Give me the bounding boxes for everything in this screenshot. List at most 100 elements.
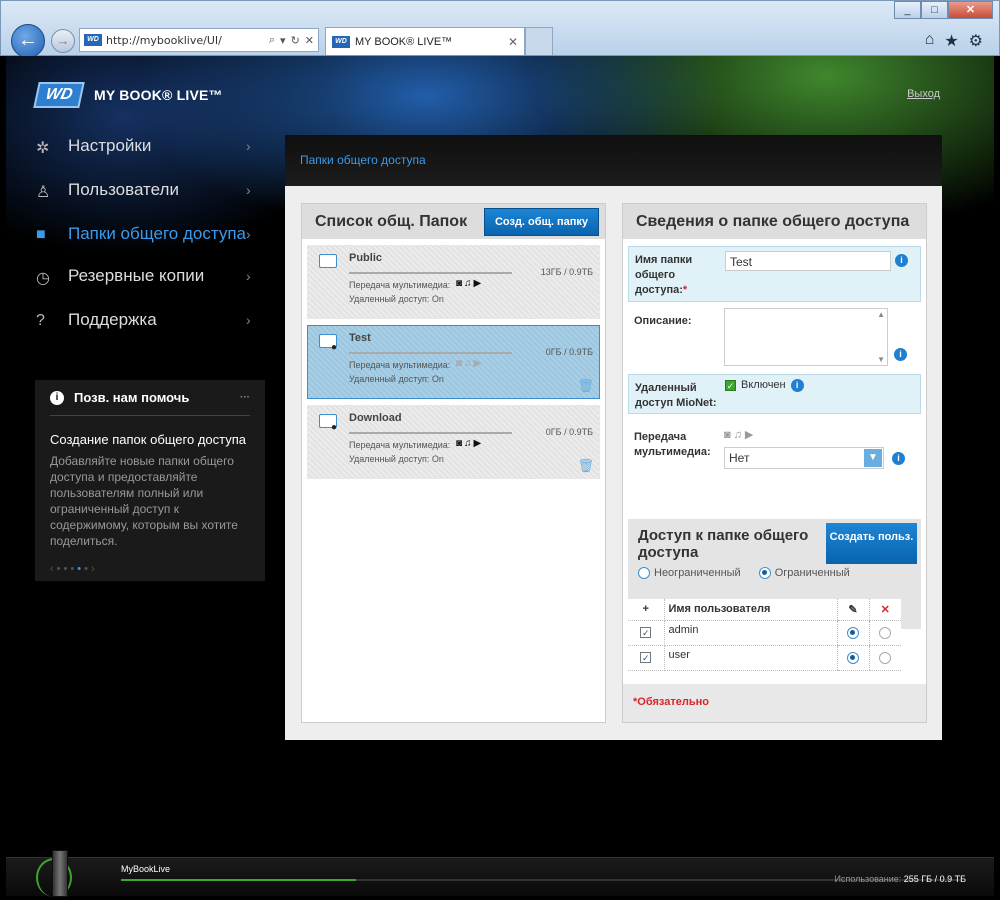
trash-icon[interactable]: 🗑 xyxy=(577,458,594,474)
info-icon: i xyxy=(50,390,64,405)
favorites-star-icon[interactable]: ★ xyxy=(944,31,958,51)
unrestricted-radio[interactable] xyxy=(638,567,650,579)
logout-link[interactable]: Выход xyxy=(907,88,940,100)
page: WD MY BOOK® LIVE™ Выход ✲ Настройки › ♙ … xyxy=(6,56,994,896)
help-header: i Позв. нам помочь ··· xyxy=(50,390,250,416)
settings-gear-icon[interactable]: ⚙ xyxy=(969,31,983,51)
maximize-button[interactable]: □ xyxy=(921,1,948,19)
share-name-input[interactable]: Test xyxy=(725,251,891,271)
scroll-down-icon[interactable]: ▼ xyxy=(877,355,885,364)
usage-label: Использование: xyxy=(834,874,902,884)
more-icon[interactable]: ··· xyxy=(240,392,250,403)
share-size: 13ГБ / 0.9ТБ xyxy=(540,267,593,277)
history-icon: ◷ xyxy=(36,270,50,287)
media-select[interactable]: Нет ▼ xyxy=(724,447,884,469)
share-item-download[interactable]: ● Download 0ГБ / 0.9ТБ Передача мультиме… xyxy=(307,405,600,479)
user-checkbox[interactable]: ✓ xyxy=(640,626,652,638)
share-name-label: Имя папки общего доступа:* xyxy=(629,247,725,301)
pager-dot[interactable]: • xyxy=(57,563,64,575)
media-label: Передача мультимедиа: xyxy=(349,360,451,370)
share-item-public[interactable]: Public 13ГБ / 0.9ТБ Передача мультимедиа… xyxy=(307,245,600,319)
pager-prev-icon[interactable]: ‹ xyxy=(50,563,57,575)
share-list-header: Список общ. Папок Созд. общ. папку xyxy=(302,204,605,239)
photo-icon: ◙ xyxy=(456,358,465,369)
create-user-button[interactable]: Создать польз. xyxy=(826,523,917,564)
trash-icon[interactable]: 🗑 xyxy=(577,378,594,394)
no-access-radio[interactable] xyxy=(879,626,892,639)
no-access-radio[interactable] xyxy=(879,651,892,664)
share-item-test[interactable]: ● Test 0ГБ / 0.9ТБ Передача мультимедиа:… xyxy=(307,325,600,399)
share-name: Public xyxy=(349,252,383,264)
media-icons: ◙♫▶ xyxy=(456,358,483,369)
share-details-card: Сведения о папке общего доступа Имя папк… xyxy=(622,203,927,723)
full-access-radio[interactable] xyxy=(847,651,859,664)
table-row[interactable]: ✓ user xyxy=(628,645,901,671)
info-icon[interactable]: i xyxy=(892,451,905,465)
scroll-up-icon[interactable]: ▲ xyxy=(877,310,885,319)
add-user-icon[interactable]: + xyxy=(628,599,665,621)
restricted-radio[interactable] xyxy=(758,567,771,579)
share-size: 0ГБ / 0.9ТБ xyxy=(545,427,593,437)
remote-access-row: Удаленный доступ MioNet: ✓ Включен i xyxy=(628,374,921,414)
chevron-right-icon: › xyxy=(246,182,251,198)
dropdown-icon[interactable]: ▾ xyxy=(280,34,286,47)
help-article-body: Добавляйте новые папки общего доступа и … xyxy=(50,454,238,548)
sidebar-item-users[interactable]: ♙ Пользователи › xyxy=(36,176,266,206)
photo-icon: ◙ xyxy=(456,438,465,449)
url-text[interactable]: http://mybooklive/UI/ xyxy=(106,34,269,47)
help-panel: i Позв. нам помочь ··· Создание папок об… xyxy=(35,380,265,581)
sidebar-item-support[interactable]: ? Поддержка › xyxy=(36,306,266,334)
wd-logo: WD xyxy=(33,82,85,108)
share-name: Download xyxy=(349,412,402,424)
sidebar-item-settings[interactable]: ✲ Настройки › xyxy=(36,132,266,162)
pager-dots[interactable]: ••••• xyxy=(57,563,91,575)
home-icon[interactable]: ⌂ xyxy=(925,31,935,51)
folder-icon: ■ xyxy=(36,226,46,243)
close-tab-icon[interactable]: ✕ xyxy=(508,35,524,49)
remote-access-checkbox[interactable]: ✓ xyxy=(725,379,736,391)
back-button[interactable]: ← xyxy=(11,24,45,58)
browser-tab[interactable]: WD MY BOOK® LIVE™ ✕ xyxy=(325,27,525,55)
pager-dot[interactable]: • xyxy=(84,563,91,575)
user-checkbox[interactable]: ✓ xyxy=(640,651,652,663)
sidebar-item-shares[interactable]: ■ Папки общего доступа › xyxy=(36,220,266,248)
user-access-table: + Имя пользователя ✎ ✕ ✓ admin ✓ user xyxy=(628,599,901,671)
details-title: Сведения о папке общего доступа xyxy=(636,212,910,230)
sidebar-item-label: Поддержка xyxy=(68,310,157,329)
full-access-cell xyxy=(836,620,869,646)
info-icon[interactable]: i xyxy=(894,348,907,361)
forward-button[interactable]: → xyxy=(51,29,75,53)
share-usage-bar xyxy=(349,432,512,434)
info-icon[interactable]: i xyxy=(790,378,804,392)
pager-next-icon[interactable]: › xyxy=(91,563,98,575)
create-share-button[interactable]: Созд. общ. папку xyxy=(483,207,599,236)
info-icon[interactable]: i xyxy=(895,254,908,267)
share-list-card: Список общ. Папок Созд. общ. папку Publi… xyxy=(301,203,606,723)
address-bar[interactable]: WD http://mybooklive/UI/ ⌕ ▾ ↻ ✕ xyxy=(79,28,319,52)
minimize-button[interactable]: _ xyxy=(894,1,921,19)
chevron-right-icon: › xyxy=(246,268,251,284)
help-title: Позв. нам помочь xyxy=(74,390,190,405)
table-row[interactable]: ✓ admin xyxy=(628,620,901,646)
photo-icon: ◙ xyxy=(456,278,465,289)
chevron-down-icon[interactable]: ▼ xyxy=(864,449,882,467)
sidebar-item-backups[interactable]: ◷ Резервные копии › xyxy=(36,262,266,292)
music-icon: ♫ xyxy=(464,438,474,449)
remote-access-status: Удаленный доступ: On xyxy=(349,294,444,304)
gear-icon: ✲ xyxy=(36,140,50,157)
full-access-radio[interactable] xyxy=(847,626,859,639)
search-icon[interactable]: ⌕ xyxy=(269,34,275,47)
capacity-fill xyxy=(121,879,357,881)
stop-icon[interactable]: ✕ xyxy=(305,34,314,47)
capacity-text: Использование: 255 ГБ / 0.9 ТБ xyxy=(834,874,966,884)
lock-icon: ● xyxy=(331,342,338,353)
user-name: user xyxy=(664,645,837,671)
no-access-cell xyxy=(868,620,901,646)
table-header-row: + Имя пользователя ✎ ✕ xyxy=(628,599,901,621)
users-icon: ♙ xyxy=(36,184,51,201)
close-window-button[interactable]: ✕ xyxy=(948,1,993,19)
description-textarea[interactable]: ▲ ▼ xyxy=(724,308,888,366)
refresh-icon[interactable]: ↻ xyxy=(291,34,300,47)
new-tab-button[interactable] xyxy=(525,27,553,55)
media-label: Передача мультимедиа: xyxy=(349,440,451,450)
